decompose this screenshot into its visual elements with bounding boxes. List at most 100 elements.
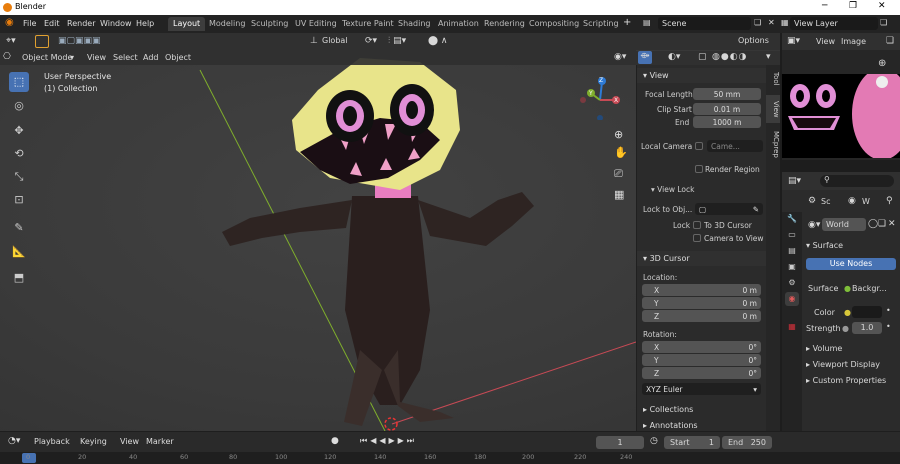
use-nodes-button[interactable]: Use Nodes xyxy=(806,258,896,270)
new-scene-icon[interactable]: ❏ xyxy=(754,18,761,27)
pin-icon[interactable]: ⚲ xyxy=(886,196,893,206)
navigation-gizmo[interactable]: Z X Y xyxy=(578,76,622,121)
rotation-y-field[interactable]: Y 0° xyxy=(642,354,761,366)
tab-view[interactable]: View xyxy=(766,95,780,123)
properties-search-input[interactable]: ⚲ xyxy=(820,175,894,187)
select-tool-icon[interactable]: ⬚ xyxy=(9,72,29,92)
local-camera-field[interactable]: Came... xyxy=(707,140,763,152)
clip-end-field[interactable]: 1000 m xyxy=(693,116,761,128)
location-x-field[interactable]: X0 m xyxy=(642,284,761,296)
scene-field[interactable]: Scene xyxy=(658,17,751,30)
color-swatch[interactable] xyxy=(852,306,882,318)
tool-properties-tab-icon[interactable]: 🔧 xyxy=(785,212,799,226)
menu-view[interactable]: View xyxy=(87,53,106,62)
view-lock-header[interactable]: ▾ View Lock xyxy=(651,185,694,194)
pivot-icon[interactable]: ⟳▾ xyxy=(365,36,377,46)
render-properties-tab-icon[interactable]: ▭ xyxy=(785,228,799,242)
strength-field[interactable]: 1.0 xyxy=(852,322,882,334)
location-y-field[interactable]: Y0 m xyxy=(642,297,761,309)
world-browse-icon[interactable]: ◉▾ xyxy=(808,220,820,230)
rotation-x-field[interactable]: X 0° xyxy=(642,341,761,353)
world-properties-tab-icon[interactable]: ◉ xyxy=(785,292,799,306)
pan-hand-icon[interactable]: ✋ xyxy=(614,146,628,159)
scene-properties-tab-icon[interactable]: ⚙ xyxy=(785,276,799,290)
minimize-button[interactable]: ─ xyxy=(822,1,827,11)
eyedropper-icon[interactable]: ✎ xyxy=(753,205,759,214)
object-mode-icon[interactable]: ⎔ xyxy=(3,52,11,62)
timeline-editor-type-icon[interactable]: ◔▾ xyxy=(8,436,20,446)
world-name-field[interactable]: World xyxy=(822,218,866,231)
timeline-menu-keying[interactable]: Keying xyxy=(80,437,107,446)
volume-section-header[interactable]: ▸ Volume xyxy=(806,344,842,353)
menu-window[interactable]: Window xyxy=(100,19,132,28)
tab-tool[interactable]: Tool xyxy=(766,67,780,91)
location-z-field[interactable]: Z0 m xyxy=(642,310,761,322)
render-region-checkbox[interactable] xyxy=(695,165,703,173)
tab-shading[interactable]: Shading xyxy=(393,17,436,31)
color-link-icon[interactable]: • xyxy=(886,306,891,315)
rotate-tool-icon[interactable]: ⟲ xyxy=(9,144,29,164)
local-camera-checkbox[interactable] xyxy=(695,142,703,150)
strength-link-icon[interactable]: • xyxy=(886,322,891,331)
tab-rendering[interactable]: Rendering xyxy=(479,17,530,31)
menu-file[interactable]: File xyxy=(23,19,36,28)
proportional-edit-icon[interactable]: ⬤ ∧ xyxy=(428,36,448,46)
view-section-header[interactable]: ▾ View xyxy=(637,68,767,83)
timeline-ruler[interactable]: 0 20 40 60 80 100 120 140 160 180 200 22… xyxy=(0,452,900,464)
options-menu[interactable]: Options xyxy=(738,36,769,45)
menu-select[interactable]: Select xyxy=(113,53,138,62)
select-mode-icons[interactable]: ▣▢▣▣▣ xyxy=(58,36,101,46)
tab-mcprep[interactable]: MCprep xyxy=(766,127,780,161)
add-cube-tool-icon[interactable]: ⬒ xyxy=(9,268,29,288)
tab-scripting[interactable]: Scripting xyxy=(578,17,624,31)
collections-section-header[interactable]: ▸ Collections xyxy=(637,402,767,417)
timeline-menu-view[interactable]: View xyxy=(120,437,139,446)
timeline-menu-marker[interactable]: Marker xyxy=(146,437,174,446)
zoom-icon[interactable]: ⊕ xyxy=(614,128,623,141)
snap-icon[interactable]: ⫶ ▤▾ xyxy=(388,36,406,46)
close-button[interactable]: ✕ xyxy=(878,1,886,11)
maximize-button[interactable]: ❐ xyxy=(849,1,857,11)
transform-orientation[interactable]: Global xyxy=(322,36,348,45)
scene-icon[interactable]: ▤ xyxy=(643,18,651,27)
mode-dropdown-chevron-icon[interactable]: ▾ xyxy=(70,53,74,62)
timeline-menu-playback[interactable]: Playback xyxy=(34,437,70,446)
mode-dropdown[interactable]: Object Mode xyxy=(22,53,72,62)
rotation-mode-dropdown[interactable]: XYZ Euler ▾ xyxy=(642,383,761,395)
menu-object[interactable]: Object xyxy=(165,53,191,62)
record-icon[interactable]: ● xyxy=(331,436,339,446)
menu-help[interactable]: Help xyxy=(136,19,154,28)
playback-controls-icons[interactable]: ⏮◀◀▶▶⏭ xyxy=(360,436,417,446)
properties-editor-type-icon[interactable]: ▤▾ xyxy=(788,176,801,186)
camera-to-view-checkbox[interactable] xyxy=(693,234,701,242)
fake-user-icon[interactable]: ◯ xyxy=(868,219,878,229)
tab-sculpting[interactable]: Sculpting xyxy=(246,17,293,31)
transform-orientation-icon[interactable]: ⊥ xyxy=(310,36,318,46)
3d-cursor-section-header[interactable]: ▾ 3D Cursor xyxy=(637,251,767,266)
context-world-label[interactable]: W xyxy=(862,197,870,206)
context-scene-label[interactable]: Sc xyxy=(821,197,830,206)
image-menu-image[interactable]: Image xyxy=(841,37,866,46)
add-workspace-button[interactable]: + xyxy=(623,17,631,28)
view-layer-properties-tab-icon[interactable]: ▣ xyxy=(785,260,799,274)
clock-icon[interactable]: ◷ xyxy=(650,436,658,446)
start-frame-field[interactable]: Start 1 xyxy=(664,436,720,449)
image-editor-type-icon[interactable]: ▣▾ xyxy=(787,36,800,46)
xray-icon[interactable]: ▢ xyxy=(698,52,707,62)
texture-properties-tab-icon[interactable]: ▦ xyxy=(785,320,799,334)
tab-uv-editing[interactable]: UV Editing xyxy=(290,17,342,31)
blender-menu-icon[interactable]: ◉ xyxy=(5,17,14,28)
scale-tool-icon[interactable]: ⤡ xyxy=(9,167,29,187)
surface-shader-value[interactable]: Backgr... xyxy=(852,284,887,293)
rotation-z-field[interactable]: Z 0° xyxy=(642,367,761,379)
new-view-layer-icon[interactable]: ❏ xyxy=(880,18,887,27)
perspective-toggle-icon[interactable]: ▦ xyxy=(614,188,624,201)
move-tool-icon[interactable]: ✥ xyxy=(9,121,29,141)
annotate-tool-icon[interactable]: ✎ xyxy=(9,218,29,238)
shading-options-icon[interactable]: ▾ xyxy=(766,52,771,62)
cursor-tool-icon[interactable]: ◎ xyxy=(9,96,29,116)
delete-scene-icon[interactable]: ✕ xyxy=(768,18,775,27)
tab-texture-paint[interactable]: Texture Paint xyxy=(337,17,399,31)
tab-animation[interactable]: Animation xyxy=(433,17,484,31)
tab-layout[interactable]: Layout xyxy=(168,17,206,31)
